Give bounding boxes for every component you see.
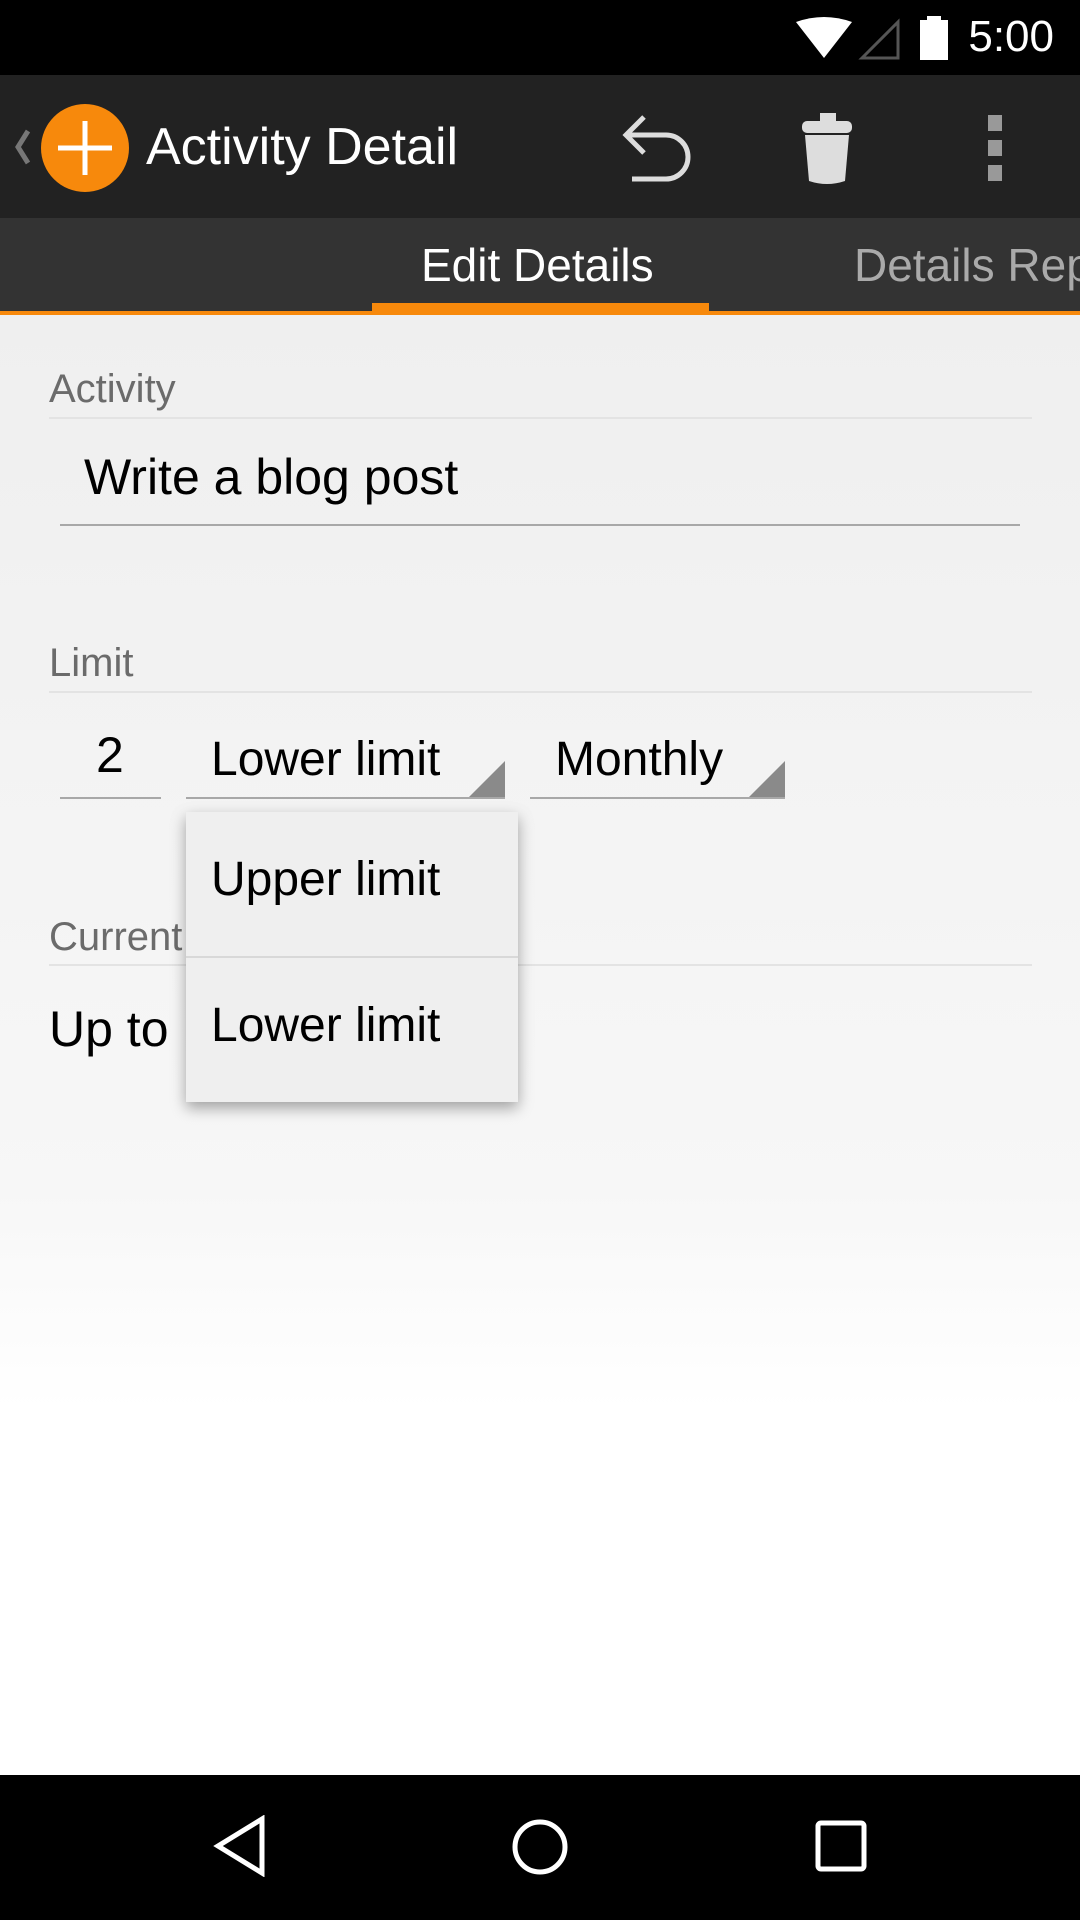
limit-type-spinner[interactable]: Lower limit: [186, 720, 505, 799]
tab-bar: Edit Details Details Rep: [0, 218, 1080, 315]
back-chevron-icon: [15, 129, 31, 165]
limit-number-value: 2: [96, 727, 124, 783]
limit-type-value: Lower limit: [211, 733, 441, 786]
divider: [49, 691, 1032, 693]
current-label: Current: [49, 915, 183, 959]
page-title: Activity Detail: [146, 118, 459, 176]
status-icons: [796, 16, 948, 60]
dropdown-triangle-icon: [469, 761, 505, 797]
limit-period-value: Monthly: [555, 733, 724, 786]
back-icon[interactable]: [212, 1815, 268, 1877]
limit-period-spinner[interactable]: Monthly: [530, 720, 785, 799]
tab-edit-details[interactable]: Edit Details: [372, 218, 709, 311]
limit-type-dropdown: Upper limit Lower limit: [186, 812, 518, 1102]
divider: [49, 417, 1032, 419]
dropdown-triangle-icon: [749, 761, 785, 797]
action-bar: Activity Detail: [0, 75, 1080, 218]
trash-icon[interactable]: [800, 111, 856, 187]
activity-input[interactable]: Write a blog post: [60, 440, 1020, 526]
wifi-icon: [796, 17, 852, 58]
option-label: Lower limit: [211, 999, 441, 1052]
up-navigation-button[interactable]: [0, 75, 140, 218]
limit-label: Limit: [49, 641, 134, 685]
tab-indicator: [372, 303, 709, 311]
current-value: Up to: [49, 1001, 169, 1057]
battery-icon: [920, 16, 948, 60]
input-underline: [60, 797, 161, 799]
activity-value: Write a blog post: [84, 449, 459, 505]
input-underline: [60, 524, 1020, 526]
signal-icon: [858, 18, 900, 60]
recents-icon[interactable]: [814, 1819, 868, 1873]
dropdown-option-lower-limit[interactable]: Lower limit: [186, 958, 518, 1102]
limit-number-input[interactable]: 2: [60, 720, 161, 799]
spinner-underline: [186, 797, 505, 799]
option-label: Upper limit: [211, 853, 441, 906]
undo-icon[interactable]: [620, 111, 700, 187]
app-add-icon: [41, 104, 129, 192]
clock: 5:00: [968, 12, 1054, 61]
tab-label: Details Rep: [854, 239, 1080, 291]
activity-label: Activity: [49, 367, 176, 411]
tab-label: Edit Details: [421, 239, 654, 291]
dropdown-option-upper-limit[interactable]: Upper limit: [186, 812, 518, 956]
navigation-bar: [0, 1775, 1080, 1920]
home-icon[interactable]: [510, 1817, 570, 1877]
status-bar: 5:00: [0, 0, 1080, 75]
tab-details-report[interactable]: Details Rep: [854, 218, 1080, 311]
overflow-menu-icon[interactable]: [986, 115, 1006, 181]
spinner-underline: [530, 797, 785, 799]
